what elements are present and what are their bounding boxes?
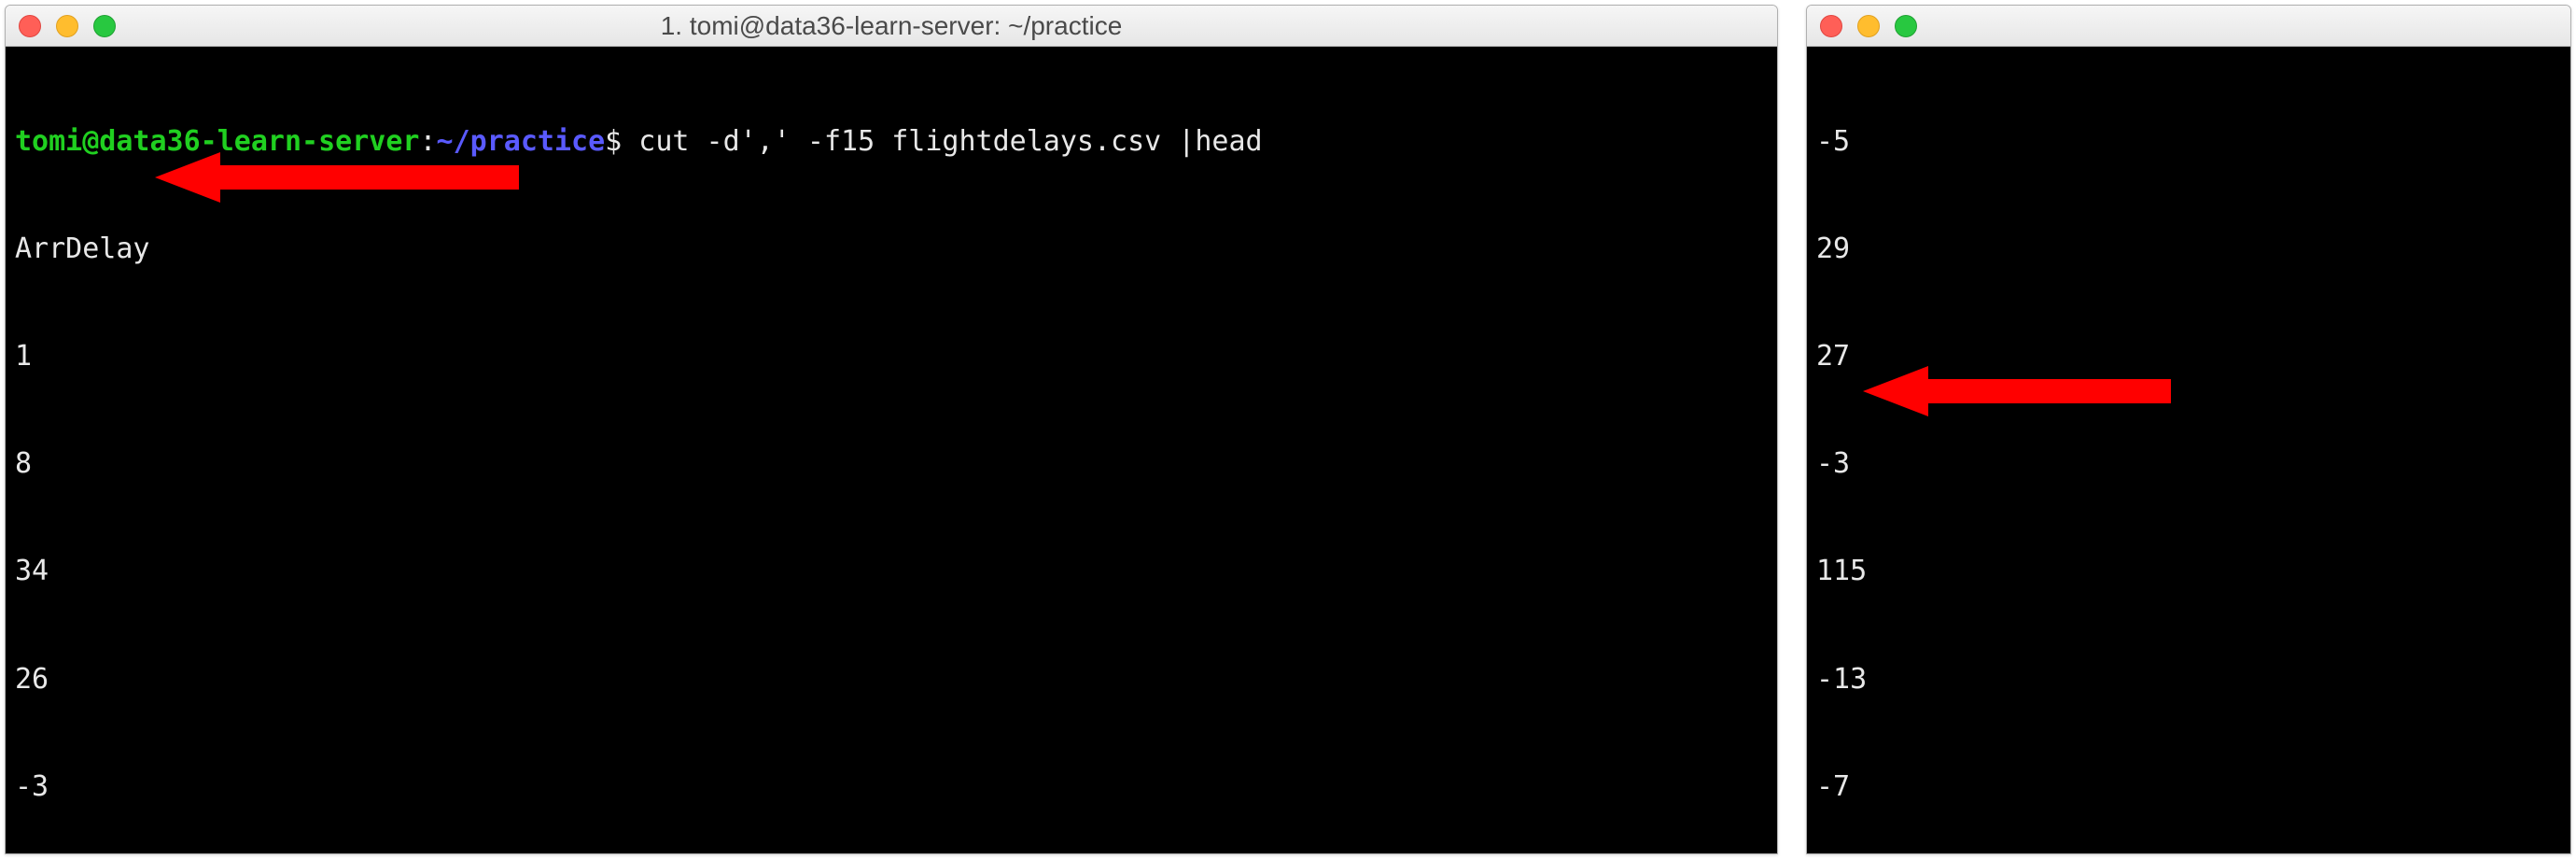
output-line: -13 (1816, 662, 2561, 697)
prompt-user: tomi@data36-learn-server (15, 125, 419, 158)
output-line: -7 (1816, 769, 2561, 805)
output-line: 27 (1816, 339, 2561, 374)
traffic-lights (1820, 15, 1917, 37)
zoom-icon[interactable] (93, 15, 116, 37)
terminal-body-right[interactable]: -5 29 27 -3 115 -13 -7 NA 13 -4 36 -7 41 (1807, 47, 2570, 854)
traffic-lights (19, 15, 116, 37)
prompt-path: ~/practice (437, 125, 606, 158)
output-line: 34 (15, 554, 1768, 589)
minimize-icon[interactable] (56, 15, 78, 37)
close-icon[interactable] (1820, 15, 1842, 37)
titlebar[interactable]: 1. tomi@data36-learn-server: ~/practice (6, 6, 1777, 47)
output-line: 8 (15, 446, 1768, 482)
window-title: 1. tomi@data36-learn-server: ~/practice (6, 11, 1777, 41)
prompt-line-1: tomi@data36-learn-server:~/practice$ cut… (15, 124, 1768, 160)
output-line: 29 (1816, 232, 2561, 267)
output-line: 1 (15, 339, 1768, 374)
output-line: ArrDelay (15, 232, 1768, 267)
terminal-window-left: 1. tomi@data36-learn-server: ~/practice … (5, 5, 1778, 854)
zoom-icon[interactable] (1895, 15, 1917, 37)
output-line: 26 (15, 662, 1768, 697)
prompt-sep: : (419, 125, 436, 158)
output-line: 115 (1816, 554, 2561, 589)
terminal-body-left[interactable]: tomi@data36-learn-server:~/practice$ cut… (6, 47, 1777, 854)
minimize-icon[interactable] (1857, 15, 1880, 37)
output-line: -5 (1816, 124, 2561, 160)
output-line: -3 (15, 769, 1768, 805)
prompt-dollar: $ (605, 125, 638, 158)
output-line: -3 (1816, 446, 2561, 482)
titlebar[interactable] (1807, 6, 2570, 47)
close-icon[interactable] (19, 15, 41, 37)
command-text: cut -d',' -f15 flightdelays.csv |head (638, 125, 1262, 158)
terminal-window-right: -5 29 27 -3 115 -13 -7 NA 13 -4 36 -7 41 (1806, 5, 2571, 854)
